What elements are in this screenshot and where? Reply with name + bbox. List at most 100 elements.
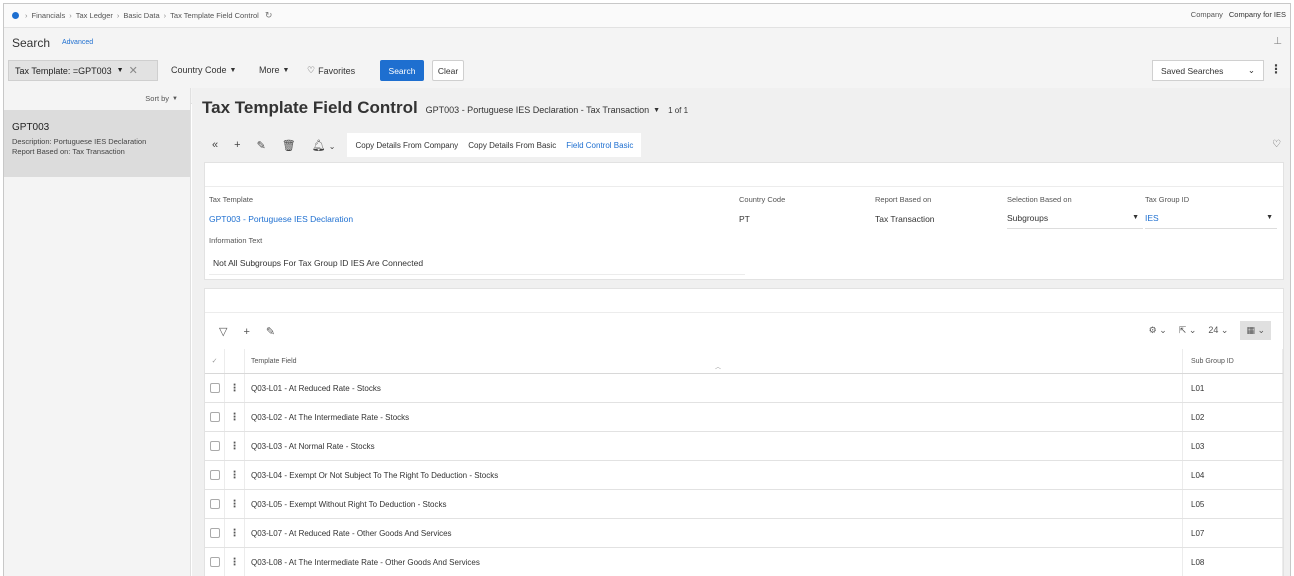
- copy-details-from-basic-button[interactable]: Copy Details From Basic: [468, 141, 556, 150]
- row-menu-icon[interactable]: ⋮: [225, 432, 245, 460]
- row-checkbox[interactable]: [205, 432, 225, 460]
- breadcrumb-basic-data[interactable]: Basic Data: [123, 11, 159, 20]
- chevron-down-icon: ⌄: [1247, 65, 1255, 75]
- edit-icon[interactable]: ✎: [257, 139, 266, 152]
- command-group: Copy Details From Company Copy Details F…: [347, 133, 642, 157]
- sort-by-button[interactable]: Sort by ▼: [145, 94, 178, 103]
- tax-group-select[interactable]: IES ▼: [1145, 207, 1277, 229]
- breadcrumb-current: Tax Template Field Control: [170, 11, 259, 20]
- more-options-icon[interactable]: ⋮: [1270, 62, 1282, 76]
- sort-by-label: Sort by: [145, 94, 170, 103]
- row-checkbox[interactable]: [205, 403, 225, 431]
- table-row[interactable]: ⋮ Q03-L02 - At The Intermediate Rate - St…: [205, 403, 1283, 432]
- add-row-icon[interactable]: +: [243, 326, 249, 338]
- collapse-icon[interactable]: «: [212, 139, 218, 151]
- sub-group-id-cell: L01: [1183, 374, 1283, 402]
- column-header-template-field[interactable]: Template Field ︿: [245, 349, 1183, 373]
- row-menu-icon[interactable]: ⋮: [225, 490, 245, 518]
- template-field-cell: Q03-L08 - At The Intermediate Rate - Oth…: [245, 548, 1183, 576]
- record-report-based: Report Based on: Tax Transaction: [12, 147, 125, 156]
- chevron-right-icon: ›: [69, 11, 72, 20]
- top-bar: › Financials › Tax Ledger › Basic Data ›…: [4, 4, 1290, 28]
- report-based-label: Report Based on: [875, 195, 932, 204]
- tax-group-value[interactable]: IES: [1145, 213, 1159, 223]
- favorites-label: Favorites: [318, 65, 356, 76]
- row-menu-icon[interactable]: ⋮: [225, 519, 245, 547]
- table-toolbar: ▽ + ✎: [219, 325, 275, 339]
- favorite-heart-icon[interactable]: ♡: [1272, 139, 1281, 150]
- record-selector-label: GPT003 - Portuguese IES Declaration - Ta…: [425, 105, 650, 115]
- table-row[interactable]: ⋮ Q03-L07 - At Reduced Rate - Other Goods…: [205, 519, 1283, 548]
- information-text-label: Information Text: [209, 236, 263, 245]
- report-based-value: Tax Transaction: [875, 214, 935, 224]
- close-icon[interactable]: ✕: [129, 64, 138, 77]
- filter-icon[interactable]: ▽: [219, 325, 227, 338]
- sub-group-id-cell: L02: [1183, 403, 1283, 431]
- add-icon[interactable]: +: [234, 139, 240, 151]
- row-checkbox[interactable]: [205, 490, 225, 518]
- table-row[interactable]: ⋮ Q03-L01 - At Reduced Rate - Stocks L01: [205, 374, 1283, 403]
- sort-ascending-icon: ︿: [715, 365, 722, 371]
- favorites-filter[interactable]: ♡ Favorites: [307, 65, 355, 76]
- row-checkbox[interactable]: [205, 461, 225, 489]
- record-selector[interactable]: GPT003 - Portuguese IES Declaration - Ta…: [426, 105, 688, 115]
- column-header-sub-group-id[interactable]: Sub Group ID: [1183, 349, 1283, 373]
- table-row[interactable]: ⋮ Q03-L08 - At The Intermediate Rate - Ot…: [205, 548, 1283, 576]
- page-size-select[interactable]: 24 ⌄: [1208, 325, 1228, 336]
- bell-icon[interactable]: 🔔︎ ⌄: [312, 139, 336, 152]
- column-template-field-label: Template Field: [251, 357, 297, 365]
- card-band: [205, 163, 1283, 187]
- field-control-basic-link[interactable]: Field Control Basic: [566, 141, 633, 150]
- row-menu-icon[interactable]: ⋮: [225, 548, 245, 576]
- row-checkbox[interactable]: [205, 519, 225, 547]
- home-icon[interactable]: [12, 12, 19, 19]
- refresh-icon[interactable]: ↻: [265, 10, 273, 21]
- result-record[interactable]: GPT003 Description: Portuguese IES Decla…: [4, 110, 190, 177]
- page-title: Tax Template Field Control: [202, 98, 418, 117]
- more-filter-label: More: [259, 65, 280, 75]
- company-value[interactable]: Company for IES: [1229, 10, 1286, 19]
- row-menu-icon[interactable]: ⋮: [225, 403, 245, 431]
- row-menu-icon[interactable]: ⋮: [225, 461, 245, 489]
- company-label: Company: [1190, 10, 1223, 19]
- template-field-table: ✓ Template Field ︿ Sub Group ID ⋮ Q03-L01…: [205, 349, 1283, 576]
- select-all-checkbox[interactable]: ✓: [205, 349, 225, 373]
- row-checkbox[interactable]: [205, 548, 225, 576]
- country-code-filter[interactable]: Country Code ▼: [171, 65, 236, 75]
- row-menu-icon[interactable]: ⋮: [225, 374, 245, 402]
- country-code-filter-label: Country Code: [171, 65, 227, 75]
- table-row[interactable]: ⋮ Q03-L05 - Exempt Without Right To Deduc…: [205, 490, 1283, 519]
- sub-group-id-cell: L08: [1183, 548, 1283, 576]
- filter-chip-tax-template[interactable]: Tax Template: =GPT003 ▼ ✕: [8, 60, 158, 81]
- chevron-right-icon: ›: [163, 11, 167, 20]
- delete-icon[interactable]: 🗑: [282, 139, 296, 152]
- company-selector[interactable]: Company Company for IES: [1191, 10, 1286, 19]
- row-checkbox[interactable]: [205, 374, 225, 402]
- table-header-row: ✓ Template Field ︿ Sub Group ID: [205, 349, 1283, 374]
- export-icon[interactable]: ⇱ ⌄: [1179, 325, 1197, 336]
- caret-down-icon[interactable]: ▼: [117, 67, 124, 74]
- settings-icon[interactable]: ⚙ ⌄: [1149, 325, 1167, 336]
- search-title: Search: [12, 36, 51, 50]
- edit-row-icon[interactable]: ✎: [266, 325, 275, 338]
- clear-button[interactable]: Clear: [432, 60, 464, 81]
- pin-icon[interactable]: ⊥: [1273, 36, 1282, 47]
- saved-searches-dropdown[interactable]: Saved Searches ⌄: [1152, 60, 1264, 81]
- table-row[interactable]: ⋮ Q03-L04 - Exempt Or Not Subject To The …: [205, 461, 1283, 490]
- breadcrumb-tax-ledger[interactable]: Tax Ledger: [76, 11, 113, 20]
- page-size-value: 24: [1208, 325, 1219, 335]
- search-button[interactable]: Search: [380, 60, 424, 81]
- record-id: GPT003: [12, 122, 50, 133]
- template-field-cell: Q03-L07 - At Reduced Rate - Other Goods …: [245, 519, 1183, 547]
- saved-searches-label: Saved Searches: [1161, 65, 1224, 76]
- selection-based-select[interactable]: Subgroups ▼: [1007, 207, 1143, 229]
- more-filter[interactable]: More ▼: [259, 65, 289, 75]
- command-bar: « + ✎ 🗑 🔔︎ ⌄ Copy Details From Company C…: [202, 128, 1287, 162]
- copy-details-from-company-button[interactable]: Copy Details From Company: [355, 141, 458, 150]
- table-row[interactable]: ⋮ Q03-L03 - At Normal Rate - Stocks L03: [205, 432, 1283, 461]
- breadcrumb-financials[interactable]: Financials: [32, 11, 66, 20]
- tax-template-link[interactable]: GPT003 - Portuguese IES Declaration: [209, 214, 353, 224]
- view-toggle-icon[interactable]: ▦ ⌄: [1240, 321, 1271, 340]
- advanced-link[interactable]: Advanced: [62, 39, 93, 46]
- selection-based-value: Subgroups: [1007, 212, 1049, 223]
